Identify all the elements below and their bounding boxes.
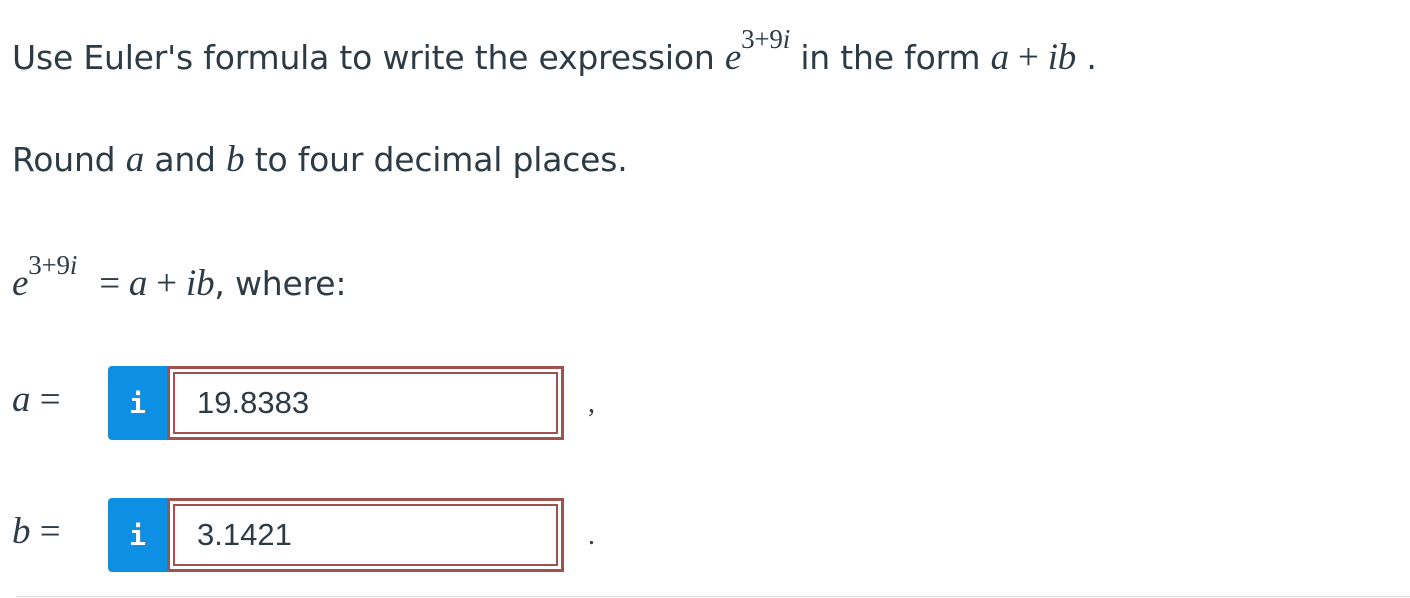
answer-b-label: b = bbox=[12, 511, 61, 552]
rounding-mid: and bbox=[144, 140, 227, 179]
answer-b-input[interactable] bbox=[175, 506, 550, 564]
rounding-suffix: to four decimal places. bbox=[244, 140, 628, 179]
info-icon: i bbox=[129, 518, 146, 552]
equation-ib: ib bbox=[186, 263, 215, 304]
instruction-text-end: . bbox=[1076, 38, 1097, 77]
equation-base: e bbox=[12, 263, 29, 304]
exp-power: 3+9i bbox=[741, 24, 791, 54]
rounding-prefix: Round bbox=[12, 140, 126, 179]
answer-a-field[interactable] bbox=[167, 366, 564, 440]
rounding-var-b: b bbox=[226, 139, 245, 180]
form-ib: ib bbox=[1047, 37, 1077, 78]
equation-equals: = bbox=[99, 263, 129, 304]
equation-power: 3+9i bbox=[28, 250, 78, 280]
rounding-var-a: a bbox=[125, 139, 145, 180]
divider bbox=[16, 596, 1410, 597]
answer-a-label: a = bbox=[12, 379, 61, 420]
equation-statement: e3+9i = a + ib, where: bbox=[12, 250, 347, 305]
answer-a-trailing-punct: , bbox=[588, 388, 595, 419]
answer-b-field[interactable] bbox=[167, 498, 564, 572]
answer-a-input[interactable] bbox=[175, 374, 550, 432]
equation-plus: + bbox=[147, 263, 186, 304]
equation-a: a bbox=[128, 263, 148, 304]
exp-base: e bbox=[724, 37, 742, 78]
form-plus: + bbox=[1008, 37, 1048, 78]
answer-b-info-button[interactable]: i bbox=[108, 498, 167, 572]
equation-tail: , where: bbox=[214, 264, 347, 303]
rounding-instruction: Round a and b to four decimal places. bbox=[12, 138, 628, 181]
form-a: a bbox=[990, 37, 1010, 78]
instruction-text-start: Use Euler's formula to write the express… bbox=[12, 38, 725, 77]
question-instruction: Use Euler's formula to write the express… bbox=[12, 24, 1097, 79]
answer-b-trailing-punct: . bbox=[588, 520, 595, 551]
instruction-text-middle: in the form bbox=[790, 38, 991, 77]
answer-a-info-button[interactable]: i bbox=[108, 366, 167, 440]
info-icon: i bbox=[129, 386, 146, 420]
